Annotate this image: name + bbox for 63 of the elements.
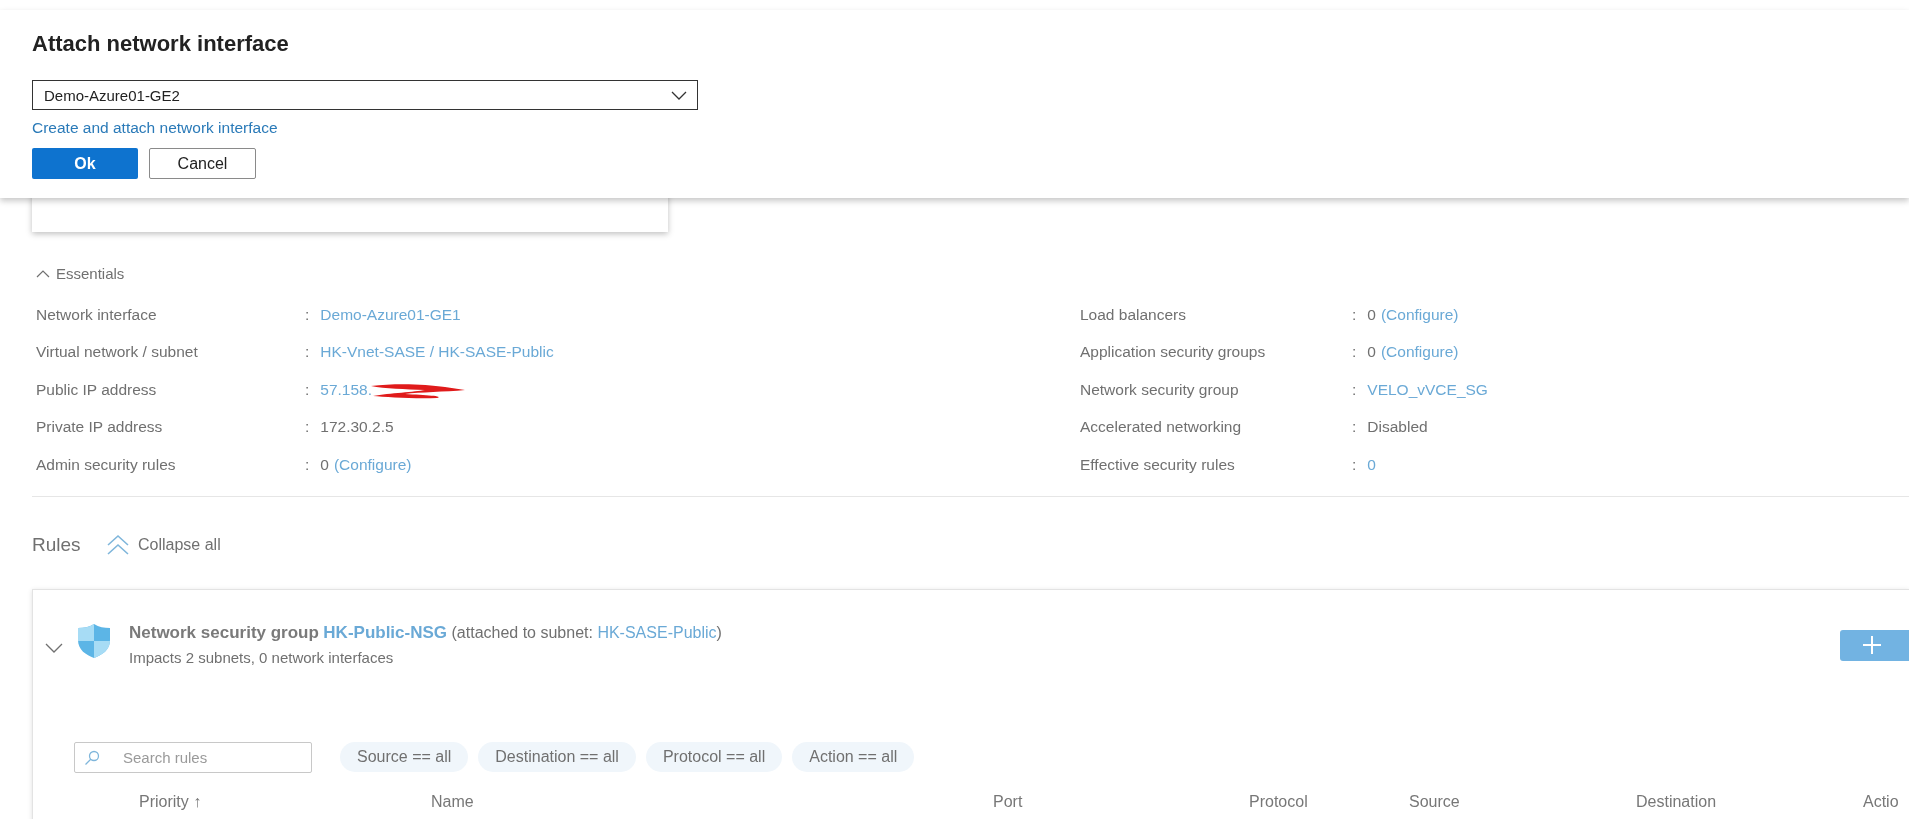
plus-icon (1862, 635, 1882, 655)
property-link[interactable]: (Configure) (333, 455, 412, 474)
colon-separator: : (305, 418, 310, 437)
chevron-down-icon (671, 90, 687, 100)
colon-separator: : (305, 305, 310, 324)
property-label: Load balancers (1080, 305, 1187, 324)
property-label: Network interface (36, 305, 158, 324)
property-label: Admin security rules (36, 455, 177, 474)
column-header[interactable]: Name (431, 792, 474, 811)
property-link[interactable]: VELO_vVCE_SG (1367, 380, 1488, 399)
property-label: Effective security rules (1080, 455, 1236, 474)
property-label: Public IP address (36, 380, 158, 399)
property-label: Accelerated networking (1080, 418, 1243, 437)
impacts-text: Impacts 2 subnets, 0 network interfaces (129, 648, 395, 666)
column-header[interactable]: Actio (1863, 792, 1899, 811)
property-value: Disabled (1367, 418, 1428, 437)
nsg-title: Network security group HK-Public-NSG (attached to subnet: HK-SASE-Public) (129, 622, 722, 643)
property-label: Private IP address (36, 418, 164, 437)
property-value: 0 (320, 455, 329, 474)
dialog-title: Attach network interface (32, 31, 290, 58)
ok-button[interactable]: Ok (32, 148, 138, 179)
column-header[interactable]: Protocol (1249, 792, 1308, 811)
filter-pill[interactable]: Protocol == all (645, 742, 783, 772)
property-link[interactable]: 57.158. (320, 380, 373, 399)
column-header[interactable]: Priority ↑ (139, 792, 202, 811)
essentials-toggle[interactable]: Essentials (56, 264, 125, 282)
property-link[interactable]: 0 (1367, 455, 1376, 474)
property-link[interactable]: Demo-Azure01-GE1 (320, 305, 461, 324)
property-link[interactable]: (Configure) (1380, 343, 1459, 362)
filter-pill[interactable]: Action == all (792, 742, 915, 772)
network-interface-dropdown[interactable]: Demo-Azure01-GE2 (32, 80, 698, 110)
colon-separator: : (1352, 343, 1357, 362)
property-link[interactable]: HK-Vnet-SASE / HK-SASE-Public (320, 343, 554, 362)
colon-separator: : (1352, 418, 1357, 437)
colon-separator: : (1352, 455, 1357, 474)
search-icon (84, 749, 100, 766)
filter-pill[interactable]: Source == all (340, 742, 469, 772)
column-header[interactable]: Destination (1636, 792, 1717, 811)
property-value: 0 (1367, 305, 1376, 324)
shield-icon (77, 622, 111, 659)
column-header[interactable]: Source (1409, 792, 1460, 811)
search-field[interactable]: Search rules (74, 741, 312, 773)
colon-separator: : (305, 455, 310, 474)
property-label: Application security groups (1080, 343, 1267, 362)
property-link[interactable]: (Configure) (1380, 305, 1459, 324)
collapse-all-button[interactable]: Collapse all (138, 535, 221, 554)
chevron-down-icon[interactable] (45, 642, 63, 653)
column-header[interactable]: Port (993, 792, 1023, 811)
property-value: 172.30.2.5 (320, 418, 394, 437)
property-label: Network security group (1080, 380, 1240, 399)
property-value: 0 (1367, 343, 1376, 362)
create-attach-link[interactable]: Create and attach network interface (32, 119, 278, 137)
colon-separator: : (305, 343, 310, 362)
section-title: Rules (32, 533, 82, 556)
cancel-button[interactable]: Cancel (149, 148, 256, 179)
filter-pill[interactable]: Destination == all (478, 742, 636, 772)
chevron-up-icon[interactable] (36, 268, 50, 278)
subnet-link[interactable]: HK-SASE-Public (597, 623, 717, 641)
colon-separator: : (1352, 305, 1357, 324)
nsg-link[interactable]: HK-Public-NSG (323, 622, 448, 642)
colon-separator: : (1352, 380, 1357, 399)
colon-separator: : (305, 380, 310, 399)
property-label: Virtual network / subnet (36, 343, 199, 362)
